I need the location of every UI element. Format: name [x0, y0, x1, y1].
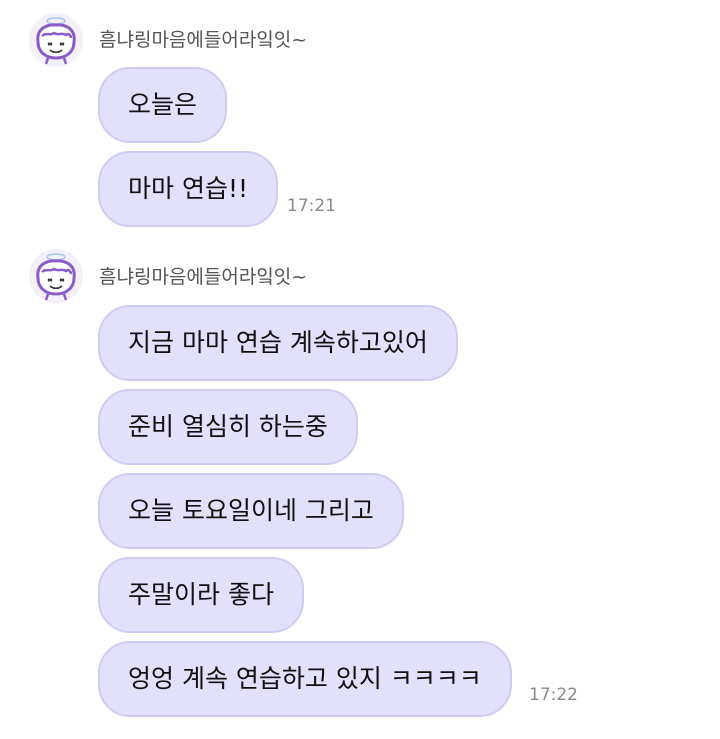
avatar[interactable]	[28, 248, 84, 304]
message-group-1: 흠냐링마음에들어라잌잇~ 오늘은 마마 연습!! 17:21	[0, 0, 720, 240]
sender-name: 흠냐링마음에들어라잌잇~	[99, 29, 308, 51]
message-group-2: 흠냐링마음에들어라잌잇~ 지금 마마 연습 계속하고있어 준비 열심히 하는중 …	[0, 240, 720, 739]
sender-name: 흠냐링마음에들어라잌잇~	[99, 266, 308, 288]
message-bubble[interactable]: 지금 마마 연습 계속하고있어	[98, 305, 458, 381]
message-timestamp: 17:21	[287, 196, 336, 216]
message-bubble[interactable]: 마마 연습!!	[98, 151, 278, 227]
cartoon-face-with-halo-icon	[29, 249, 83, 303]
message-bubble[interactable]: 주말이라 좋다	[98, 557, 304, 633]
cartoon-face-with-halo-icon	[29, 13, 83, 67]
avatar[interactable]	[28, 12, 84, 68]
message-bubble[interactable]: 엉엉 계속 연습하고 있지 ㅋㅋㅋㅋ	[98, 641, 512, 717]
message-timestamp: 17:22	[529, 685, 578, 705]
message-bubble[interactable]: 오늘 토요일이네 그리고	[98, 473, 404, 549]
message-bubble[interactable]: 오늘은	[98, 67, 228, 143]
message-bubble[interactable]: 준비 열심히 하는중	[98, 389, 358, 465]
